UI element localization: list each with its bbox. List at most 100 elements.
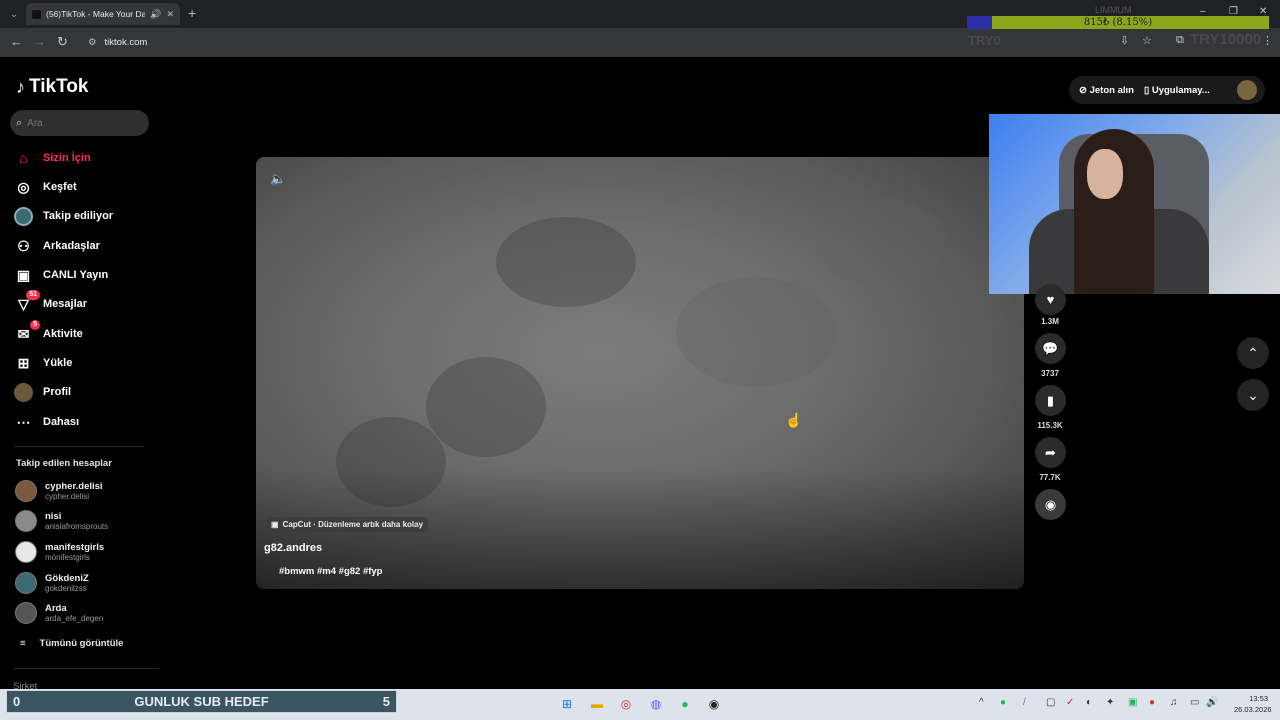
tab-title: (56)TikTok - Make Your Day xyxy=(46,9,146,19)
tab-close-icon[interactable]: ✕ xyxy=(166,9,174,20)
search-box[interactable]: ⌕ xyxy=(10,110,149,136)
account-name: GökdeniZ xyxy=(45,572,89,584)
account-name: cypher.delisi xyxy=(45,480,103,492)
following-account-item[interactable]: GökdeniZ gokdenilzss xyxy=(15,570,89,596)
account-username: cypher.delisi xyxy=(45,491,90,501)
share-count: 77.7K xyxy=(1039,473,1061,482)
sidebar-item-label: Aktivite xyxy=(43,328,83,340)
capcut-badge[interactable]: ▣ CapCut · Düzenleme artık daha kolay xyxy=(266,517,429,532)
avatar xyxy=(15,541,37,563)
account-name: Arda xyxy=(45,602,67,614)
see-all-button[interactable]: ≡ Tümünü görüntüle xyxy=(20,638,123,649)
file-explorer-icon[interactable]: ▬ xyxy=(586,694,608,714)
tray-steam-icon[interactable]: ◐ xyxy=(1086,697,1092,708)
account-username: gokdenilzss xyxy=(45,583,87,593)
account-username: arda_efe_degen xyxy=(45,613,104,623)
like-count: 1.3M xyxy=(1041,317,1059,326)
reload-icon[interactable]: ↻ xyxy=(57,34,68,50)
sidebar-item-label: Dahası xyxy=(43,416,80,428)
tray-nvidia-icon[interactable]: ▣ xyxy=(1128,697,1137,708)
tiktok-logo[interactable]: ♪ TikTok xyxy=(16,76,88,98)
sidebar-item-home[interactable]: ⌂ Sizin İçin xyxy=(14,147,90,169)
obs-taskbar-icon[interactable]: ◉ xyxy=(703,694,725,714)
sidebar-item-inbox[interactable]: ✉ 5 Aktivite xyxy=(14,319,83,345)
sidebar-item-live-tv[interactable]: ▣ CANLI Yayın xyxy=(14,264,108,286)
back-icon[interactable]: ← xyxy=(10,34,23,50)
tray-app-icon[interactable]: ▢ xyxy=(1046,697,1055,708)
site-info-icon[interactable]: ⚙ xyxy=(88,37,97,48)
get-app-button[interactable]: ▯ Uygulamay... xyxy=(1144,85,1210,96)
previous-video-button[interactable]: ⌃ xyxy=(1237,337,1269,369)
top-actions-bar: ⊘ Jeton alın ▯ Uygulamay... xyxy=(1069,76,1265,104)
tab-search-button[interactable]: ⌄ xyxy=(6,6,22,22)
music-disc-icon: ◉ xyxy=(1044,496,1057,512)
spotify-taskbar-icon[interactable]: ● xyxy=(674,694,696,714)
volume-icon[interactable]: 🔈 xyxy=(270,171,286,187)
account-username: anisiafromsprouts xyxy=(45,521,109,531)
profile-avatar[interactable] xyxy=(1237,80,1257,100)
sub-goal-overlay: 0 GUNLUK SUB HEDEF 5 xyxy=(6,690,397,713)
url-field[interactable]: ⚙ tiktok.com xyxy=(80,32,1100,52)
sidebar-item-send[interactable]: ▽ 51 Mesajlar xyxy=(14,289,87,315)
comment-icon: 💬 xyxy=(1042,340,1059,356)
share-button[interactable]: ➦ xyxy=(1035,437,1066,468)
list-icon: ≡ xyxy=(20,638,26,649)
get-coins-label: Jeton alın xyxy=(1089,84,1134,96)
tray-record-icon[interactable]: ● xyxy=(1149,697,1155,708)
account-text: cypher.delisi cypher.delisi xyxy=(45,481,103,502)
video-author[interactable]: g82.andres xyxy=(264,542,322,554)
following-account-item[interactable]: Arda arda_efe_degen xyxy=(15,600,103,626)
new-tab-button[interactable]: + xyxy=(188,5,196,21)
chrome-menu-icon[interactable]: ⋮ xyxy=(1262,34,1273,47)
overlay-top-text: LIMMUM xyxy=(1095,5,1132,15)
sidebar-item-plus-square[interactable]: ⊞ Yükle xyxy=(14,352,73,374)
discord-taskbar-icon[interactable]: ◍ xyxy=(645,694,667,714)
tray-display-icon[interactable]: ▭ xyxy=(1190,697,1199,708)
chevron-up-icon: ⌃ xyxy=(1247,344,1259,361)
live-tv-icon: ▣ xyxy=(16,266,31,283)
tray-volume-icon[interactable]: 🔊 xyxy=(1206,697,1218,708)
forward-icon[interactable]: → xyxy=(33,34,46,50)
video-hashtags[interactable]: #bmwm #m4 #g82 #fyp xyxy=(279,566,383,577)
search-icon: ⌕ xyxy=(16,116,23,129)
tiktok-favicon-icon xyxy=(32,9,41,19)
following-account-item[interactable]: nisi anisiafromsprouts xyxy=(15,508,108,534)
sidebar-item-following-avatar[interactable]: Takip ediliyor xyxy=(14,205,113,227)
clock-date: 26.03.2026 xyxy=(1234,705,1272,714)
search-input[interactable] xyxy=(27,117,128,129)
system-clock[interactable]: 13:53 26.03.2026 xyxy=(1234,693,1272,715)
sidebar-item-friends[interactable]: ⚇ Arkadaşlar xyxy=(14,235,100,257)
tray-spotify-icon[interactable]: ● xyxy=(1000,697,1006,708)
chrome-taskbar-icon[interactable]: ◎ xyxy=(615,694,637,714)
tray-network-app-icon[interactable]: ✦ xyxy=(1106,697,1114,708)
friends-icon: ⚇ xyxy=(17,237,30,254)
bookmark-star-icon[interactable]: ☆ xyxy=(1142,34,1152,47)
sub-goal-target: 5 xyxy=(382,694,390,709)
browser-tab[interactable]: (56)TikTok - Make Your Day 🔊 ✕ xyxy=(26,3,180,25)
get-coins-button[interactable]: ⊘ Jeton alın xyxy=(1079,85,1134,96)
tray-expand-icon[interactable]: ^ xyxy=(979,697,984,708)
sub-goal-label: GUNLUK SUB HEDEF xyxy=(134,694,269,709)
like-button[interactable]: ♥ xyxy=(1035,284,1066,315)
sidebar-item-profile-avatar[interactable]: Profil xyxy=(14,381,71,403)
tab-audio-icon[interactable]: 🔊 xyxy=(150,9,161,20)
avatar xyxy=(15,510,37,532)
tray-mic-icon[interactable]: ♫ xyxy=(1170,697,1178,708)
tray-shield-icon[interactable]: ✓ xyxy=(1066,697,1074,708)
comment-button[interactable]: 💬 xyxy=(1035,333,1066,364)
windows-start-icon[interactable]: ⊞ xyxy=(556,694,578,714)
following-account-item[interactable]: manifestgirls mönifestgirls xyxy=(15,539,104,565)
install-app-icon[interactable]: ⇩ xyxy=(1120,34,1129,47)
sidebar-item-compass[interactable]: ◎ Keşfet xyxy=(14,176,76,198)
sound-disc-button[interactable]: ◉ xyxy=(1035,489,1066,520)
tray-pen-icon[interactable]: / xyxy=(1023,697,1026,708)
streamer-webcam xyxy=(989,114,1280,294)
clock-time: 13:53 xyxy=(1249,694,1268,703)
next-video-button[interactable]: ⌄ xyxy=(1237,379,1269,411)
save-button[interactable]: ▮ xyxy=(1035,385,1066,416)
extensions-icon[interactable]: ⧉ xyxy=(1176,34,1184,47)
account-name: nisi xyxy=(45,510,62,522)
following-account-item[interactable]: cypher.delisi cypher.delisi xyxy=(15,478,103,504)
sidebar-item-more-dots[interactable]: ⋯ Dahası xyxy=(14,411,80,433)
account-text: GökdeniZ gokdenilzss xyxy=(45,573,89,594)
